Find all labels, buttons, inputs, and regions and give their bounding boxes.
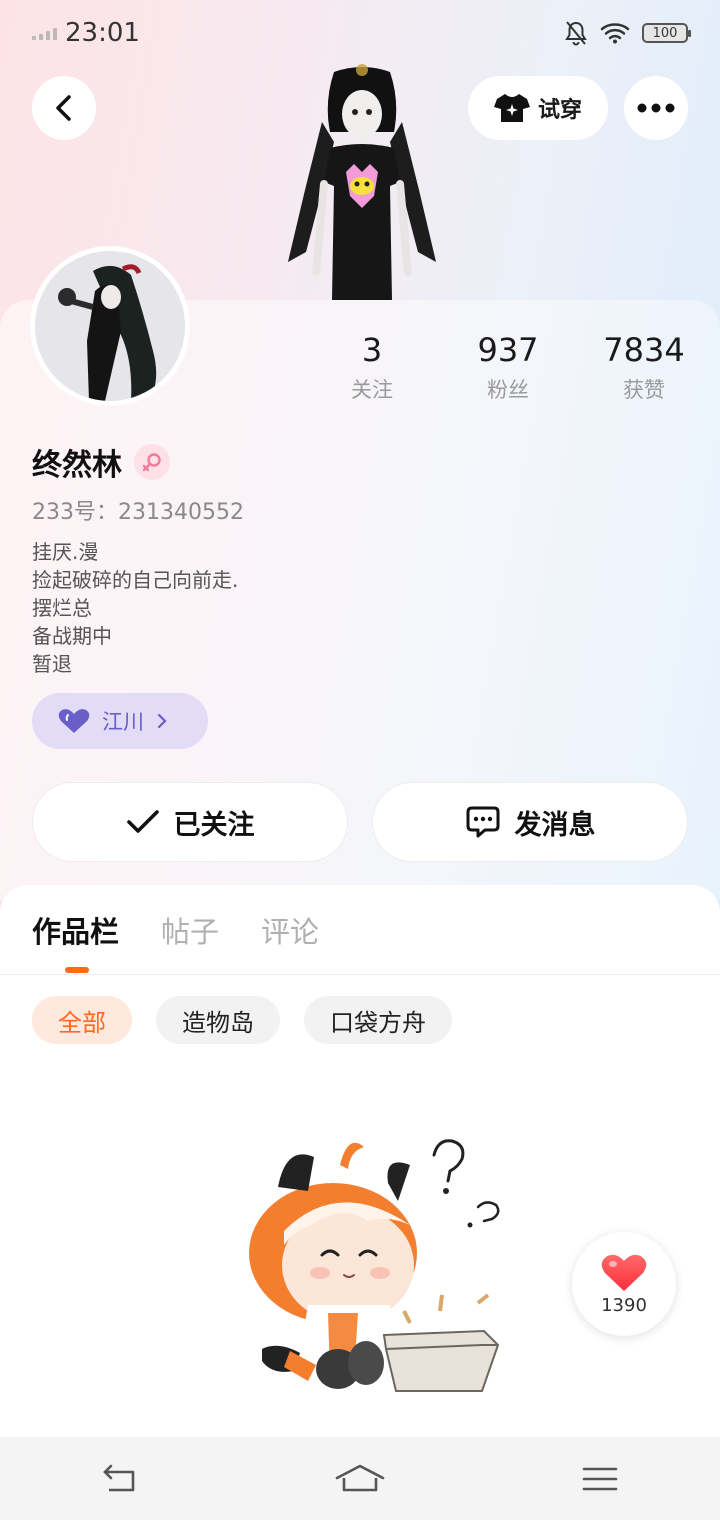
- more-dots-icon: [637, 103, 675, 113]
- check-icon: [126, 810, 159, 833]
- stat-following[interactable]: 3 关注: [302, 330, 442, 404]
- tab-works[interactable]: 作品栏: [32, 909, 119, 951]
- user-name: 终然林: [32, 448, 122, 483]
- filter-creation-island[interactable]: 造物岛: [156, 996, 280, 1044]
- tshirt-icon: [493, 94, 530, 122]
- stat-following-label: 关注: [351, 378, 393, 402]
- try-on-label: 试穿: [537, 98, 582, 123]
- avatar-image: [35, 251, 185, 401]
- status-bar: 23:01 100: [0, 0, 720, 66]
- stat-likes[interactable]: 7834 获赞: [574, 330, 714, 404]
- avatar-3d-character[interactable]: [282, 62, 442, 302]
- filter-pocket-ark[interactable]: 口袋方舟: [304, 996, 452, 1044]
- tab-comments[interactable]: 评论: [261, 909, 319, 951]
- system-back-button[interactable]: [90, 1459, 150, 1499]
- tab-divider: [0, 974, 720, 975]
- name-row: 终然林: [32, 440, 170, 484]
- home-icon: [335, 1464, 385, 1491]
- chat-icon: [466, 806, 499, 838]
- battery-indicator: 100: [642, 23, 691, 43]
- empty-state-illustration: [249, 1139, 500, 1392]
- heart-icon: [58, 709, 90, 733]
- tab-posts[interactable]: 帖子: [161, 909, 219, 951]
- menu-icon: [582, 1467, 618, 1490]
- filter-all[interactable]: 全部: [32, 996, 132, 1044]
- try-on-button[interactable]: 试穿: [468, 76, 608, 140]
- followed-label: 已关注: [173, 809, 255, 841]
- relationship-tag-label: 江川: [102, 710, 144, 734]
- stat-likes-label: 获赞: [623, 378, 665, 402]
- content-panel: 作品栏 帖子 评论 全部 造物岛 口袋方舟: [0, 885, 720, 1437]
- bio-line: 挂厌.漫: [32, 540, 99, 564]
- like-floating-button[interactable]: 1390: [572, 1232, 676, 1336]
- stat-followers-value: 937: [477, 331, 539, 369]
- bio-line: 摆烂总: [32, 596, 92, 620]
- relationship-tag[interactable]: 江川: [32, 693, 208, 749]
- filter-chips: 全部 造物岛 口袋方舟: [32, 996, 452, 1044]
- back-arrow-icon: [103, 1464, 135, 1491]
- stat-likes-value: 7834: [603, 331, 685, 369]
- stat-followers-label: 粉丝: [487, 378, 529, 402]
- avatar[interactable]: [30, 246, 190, 406]
- message-label: 发消息: [514, 809, 596, 841]
- tab-bar: 作品栏 帖子 评论: [32, 885, 319, 975]
- wifi-icon: [600, 23, 630, 44]
- status-time: 23:01: [65, 18, 140, 48]
- like-count: 1390: [601, 1294, 647, 1316]
- system-menu-button[interactable]: [570, 1459, 630, 1499]
- system-navigation-bar: [0, 1437, 720, 1520]
- bio-line: 暂退: [32, 652, 72, 676]
- message-button[interactable]: 发消息: [372, 782, 688, 862]
- chevron-right-icon: [157, 713, 167, 729]
- user-id: 233号：231340552: [32, 500, 244, 525]
- heart-icon: [601, 1254, 647, 1291]
- active-tab-indicator: [65, 967, 89, 973]
- stat-following-value: 3: [361, 331, 383, 369]
- stat-followers[interactable]: 937 粉丝: [438, 330, 578, 404]
- followed-button[interactable]: 已关注: [32, 782, 348, 862]
- user-bio: 挂厌.漫 捡起破碎的自己向前走. 摆烂总 备战期中 暂退: [32, 538, 238, 678]
- back-button[interactable]: [32, 76, 96, 140]
- bio-line: 备战期中: [32, 624, 112, 648]
- bio-line: 捡起破碎的自己向前走.: [32, 568, 239, 592]
- chevron-left-icon: [56, 95, 71, 121]
- gender-female-icon: [134, 444, 170, 480]
- more-button[interactable]: [624, 76, 688, 140]
- signal-icon: [32, 26, 57, 40]
- bell-muted-icon: [565, 21, 587, 46]
- system-home-button[interactable]: [330, 1459, 390, 1499]
